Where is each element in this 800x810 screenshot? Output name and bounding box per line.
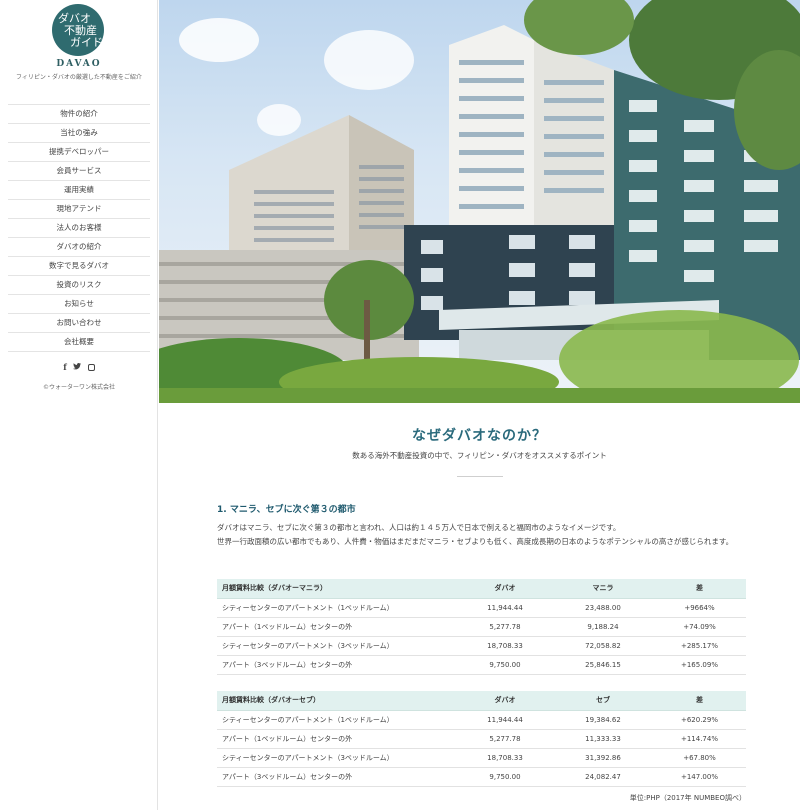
table-cell: 18,708.33	[457, 636, 553, 656]
table-header-cell: セブ	[553, 691, 653, 711]
table-row: アパート（3ベッドルーム）センターの外 9,750.00 25,846.15 +…	[217, 655, 746, 675]
table-cell: +165.09%	[653, 655, 746, 675]
table-cell: 11,944.44	[457, 598, 553, 618]
table-header-cell: マニラ	[553, 579, 653, 599]
table-row: アパート（3ベッドルーム）センターの外 9,750.00 24,082.47 +…	[217, 767, 746, 787]
nav-item-company[interactable]: 会社概要	[8, 333, 150, 352]
facebook-icon[interactable]: f	[63, 362, 66, 372]
sidebar: ダバオ 不動産 ガイド DAVAO フィリピン・ダバオの厳選した不動産をご紹介 …	[0, 0, 158, 810]
table-header-row: 月額賃料比較（ダバオーセブ） ダバオ セブ 差	[217, 691, 746, 711]
title-divider	[457, 476, 503, 477]
table-cell: 9,750.00	[457, 767, 553, 787]
nav-item-risks[interactable]: 投資のリスク	[8, 276, 150, 295]
table-cell: 19,384.62	[553, 710, 653, 730]
table-cell: 11,944.44	[457, 710, 553, 730]
nav-item-local-attend[interactable]: 現地アテンド	[8, 200, 150, 219]
twitter-icon[interactable]	[73, 363, 82, 372]
table-cell: 5,277.78	[457, 729, 553, 749]
section-paragraph-2: 世界一行政面積の広い都市でもあり、人件費・物価はまだまだマニラ・セブよりも低く、…	[217, 537, 734, 546]
table-cell: アパート（1ベッドルーム）センターの外	[217, 617, 457, 637]
table-cell: +74.09%	[653, 617, 746, 637]
table-header-cell: 差	[653, 579, 746, 599]
table-row: シティーセンターのアパートメント（1ベッドルーム） 11,944.44 19,3…	[217, 710, 746, 730]
table-header-cell: ダバオ	[457, 691, 553, 711]
table-header-cell: ダバオ	[457, 579, 553, 599]
table-cell: 9,188.24	[553, 617, 653, 637]
table-cell: 24,082.47	[553, 767, 653, 787]
table-row: シティーセンターのアパートメント（3ベッドルーム） 18,708.33 31,3…	[217, 748, 746, 768]
table-cell: シティーセンターのアパートメント（3ベッドルーム）	[217, 748, 457, 768]
table-cell: アパート（3ベッドルーム）センターの外	[217, 655, 457, 675]
logo-wordmark: DAVAO	[56, 59, 102, 69]
rent-comparison-table-cebu: 月額賃料比較（ダバオーセブ） ダバオ セブ 差 シティーセンターのアパートメント…	[217, 691, 746, 787]
table-cell: 5,277.78	[457, 617, 553, 637]
table-cell: +147.00%	[653, 767, 746, 787]
nav-item-about-davao[interactable]: ダバオの紹介	[8, 238, 150, 257]
table-cell: 18,708.33	[457, 748, 553, 768]
section-paragraph-1: ダバオはマニラ、セブに次ぐ第３の都市と言われ、人口は約１４５万人で日本で例えると…	[217, 523, 621, 532]
nav-item-properties[interactable]: 物件の紹介	[8, 105, 150, 124]
table-cell: 25,846.15	[553, 655, 653, 675]
instagram-icon[interactable]	[87, 364, 95, 371]
table-cell: 23,488.00	[553, 598, 653, 618]
rent-comparison-table-manila: 月額賃料比較（ダバオーマニラ） ダバオ マニラ 差 シティーセンターのアパートメ…	[217, 579, 746, 675]
table-row: アパート（1ベッドルーム）センターの外 5,277.78 9,188.24 +7…	[217, 617, 746, 637]
table-header-row: 月額賃料比較（ダバオーマニラ） ダバオ マニラ 差	[217, 579, 746, 599]
table-cell: シティーセンターのアパートメント（1ベッドルーム）	[217, 598, 457, 618]
logo-mark-line3: ガイド	[70, 36, 103, 49]
table-cell: シティーセンターのアパートメント（3ベッドルーム）	[217, 636, 457, 656]
page-title: なぜダバオなのか？	[412, 428, 547, 444]
nav-item-davao-numbers[interactable]: 数字で見るダバオ	[8, 257, 150, 276]
table-header-cell: 月額賃料比較（ダバオーセブ）	[217, 691, 457, 711]
social-links: f	[0, 362, 158, 372]
nav-item-developers[interactable]: 提携デベロッパー	[8, 143, 150, 162]
table-cell: 11,333.33	[553, 729, 653, 749]
table-cell: アパート（1ベッドルーム）センターの外	[217, 729, 457, 749]
table-cell: シティーセンターのアパートメント（1ベッドルーム）	[217, 710, 457, 730]
table-cell: +114.74%	[653, 729, 746, 749]
table-cell: +285.17%	[653, 636, 746, 656]
copyright: ©ウォーターワン株式会社	[42, 384, 115, 391]
table-header-cell: 月額賃料比較（ダバオーマニラ）	[217, 579, 457, 599]
nav-item-results[interactable]: 運用実績	[8, 181, 150, 200]
main-nav: 物件の紹介 当社の強み 提携デベロッパー 会員サービス 運用実績 現地アテンド …	[8, 104, 150, 352]
table-cell: 9,750.00	[457, 655, 553, 675]
logo-mark[interactable]: ダバオ 不動産 ガイド	[52, 4, 104, 56]
hero-image	[159, 0, 800, 403]
section-title: 1. マニラ、セブに次ぐ第３の都市	[217, 505, 356, 515]
table-row: アパート（1ベッドルーム）センターの外 5,277.78 11,333.33 +…	[217, 729, 746, 749]
table-cell: 72,058.82	[553, 636, 653, 656]
unit-note: 単位:PHP（2017年 NUMBEO調べ）	[629, 794, 746, 802]
table-cell: 31,392.86	[553, 748, 653, 768]
table-row: シティーセンターのアパートメント（3ベッドルーム） 18,708.33 72,0…	[217, 636, 746, 656]
table-cell: +9664%	[653, 598, 746, 618]
hero-illustration	[159, 0, 800, 403]
table-cell: +620.29%	[653, 710, 746, 730]
table-header-cell: 差	[653, 691, 746, 711]
page-subtitle: 数ある海外不動産投資の中で、フィリピン・ダバオをオススメするポイント	[352, 451, 607, 460]
nav-item-contact[interactable]: お問い合わせ	[8, 314, 150, 333]
nav-item-news[interactable]: お知らせ	[8, 295, 150, 314]
nav-item-member-services[interactable]: 会員サービス	[8, 162, 150, 181]
table-cell: アパート（3ベッドルーム）センターの外	[217, 767, 457, 787]
table-cell: +67.80%	[653, 748, 746, 768]
main-content: なぜダバオなのか？ 数ある海外不動産投資の中で、フィリピン・ダバオをオススメする…	[159, 403, 800, 810]
logo-tagline: フィリピン・ダバオの厳選した不動産をご紹介	[16, 74, 142, 81]
nav-item-strengths[interactable]: 当社の強み	[8, 124, 150, 143]
table-row: シティーセンターのアパートメント（1ベッドルーム） 11,944.44 23,4…	[217, 598, 746, 618]
nav-item-corporate[interactable]: 法人のお客様	[8, 219, 150, 238]
